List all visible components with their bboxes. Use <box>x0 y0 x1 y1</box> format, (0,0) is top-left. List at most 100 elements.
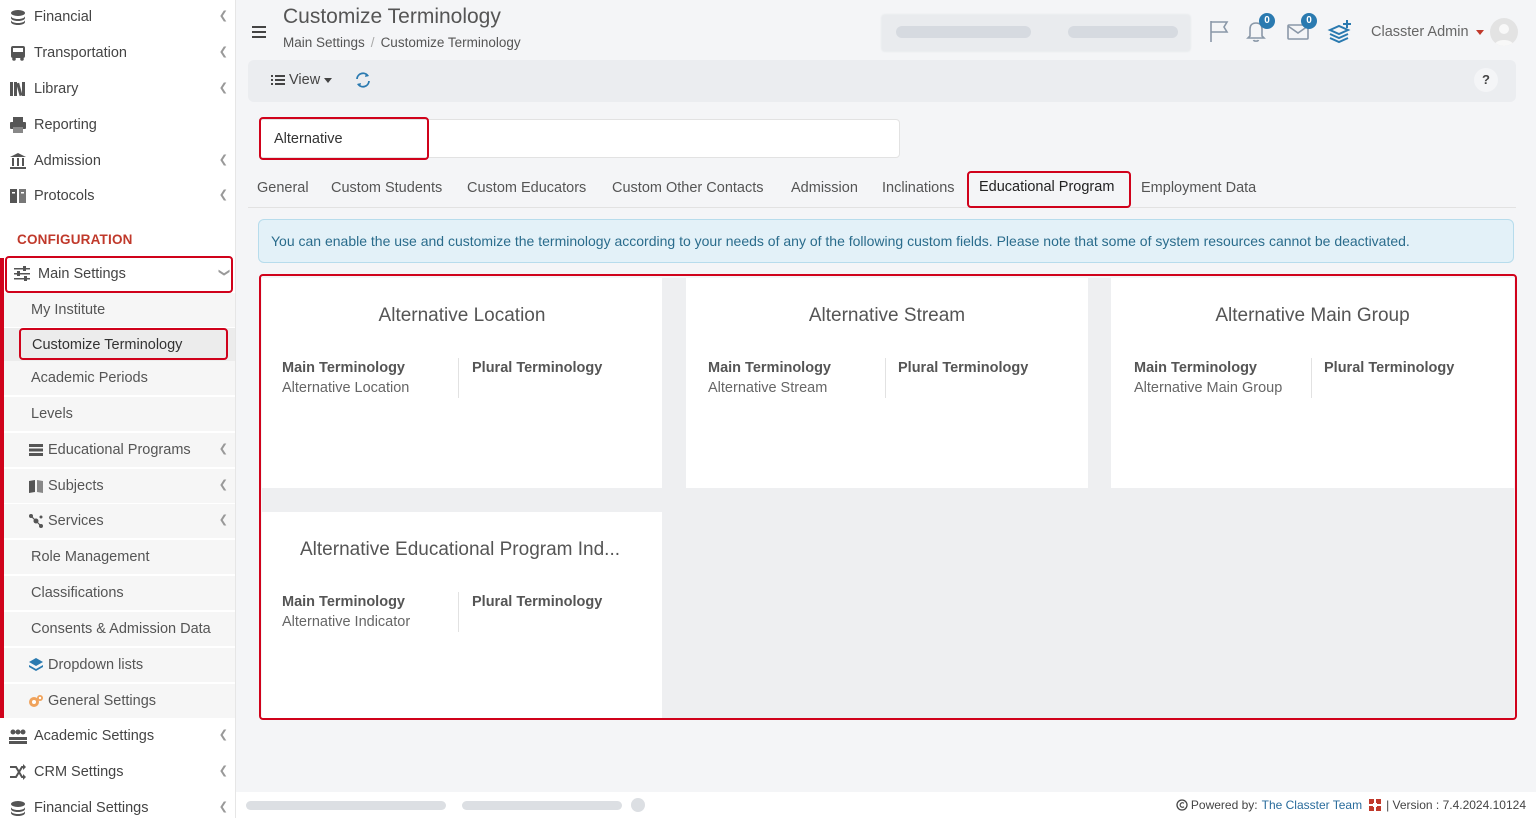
layers-icon <box>29 658 43 671</box>
highlight-cards <box>259 274 1517 720</box>
tab-custom-students[interactable]: Custom Students <box>331 180 442 196</box>
sidebar-item-subjects[interactable]: Subjects ❮ <box>4 469 235 503</box>
sidebar-item-services[interactable]: Services ❮ <box>4 504 235 538</box>
archive-icon <box>10 189 26 203</box>
chevron-left-icon: ❮ <box>218 765 228 777</box>
sidebar-item-label: Academic Periods <box>31 370 148 386</box>
network-icon <box>29 514 43 528</box>
highlight-customize-terminology <box>19 328 228 360</box>
sidebar-item-academic-periods[interactable]: Academic Periods <box>4 361 235 395</box>
sidebar-item-crm-settings[interactable]: CRM Settings ❮ <box>0 755 235 789</box>
sidebar-item-label: Role Management <box>31 549 150 565</box>
notifications-button[interactable]: 0 <box>1242 13 1275 45</box>
hamburger-menu-icon[interactable] <box>252 26 266 38</box>
chevron-left-icon: ❮ <box>218 729 228 741</box>
messages-button[interactable]: 0 <box>1284 13 1317 45</box>
book-icon <box>29 480 43 493</box>
breadcrumb-item[interactable]: Main Settings <box>283 35 365 50</box>
sidebar-item-protocols[interactable]: Protocols ❮ <box>0 179 235 213</box>
printer-icon <box>10 117 26 133</box>
footer: Powered by: The Classter Team | Version … <box>236 792 1536 818</box>
sidebar-item-label: Protocols <box>34 188 95 204</box>
sidebar-item-classifications[interactable]: Classifications <box>4 576 235 610</box>
sidebar-item-label: Reporting <box>34 117 97 133</box>
user-silhouette-icon <box>1494 24 1514 46</box>
breadcrumb-separator: / <box>370 35 375 50</box>
blurred-footer-icon <box>631 798 645 812</box>
list-icon <box>29 444 43 456</box>
chevron-left-icon: ❮ <box>218 46 228 58</box>
sidebar-item-label: Subjects <box>48 478 104 494</box>
notifications-badge: 0 <box>1259 13 1275 29</box>
messages-badge: 0 <box>1301 13 1317 29</box>
sidebar-item-general-settings[interactable]: General Settings <box>4 684 235 718</box>
sidebar-item-levels[interactable]: Levels <box>4 397 235 431</box>
sidebar-item-label: Transportation <box>34 45 127 61</box>
layers-plus-icon[interactable] <box>1326 17 1354 45</box>
chevron-left-icon: ❮ <box>218 443 228 455</box>
caret-down-icon <box>1476 30 1484 35</box>
sidebar-item-role-management[interactable]: Role Management <box>4 540 235 574</box>
sidebar-item-label: Levels <box>31 406 73 422</box>
footer-credits: Powered by: The Classter Team | Version … <box>1176 798 1526 812</box>
tab-general[interactable]: General <box>257 180 309 196</box>
sidebar-item-educational-programs[interactable]: Educational Programs ❮ <box>4 433 235 467</box>
tab-bar: General Custom Students Custom Educators… <box>248 172 1516 208</box>
building-icon <box>10 153 26 169</box>
cogs-icon <box>29 695 43 707</box>
highlight-main-settings <box>5 256 233 293</box>
sidebar-item-transportation[interactable]: Transportation ❮ <box>0 36 235 70</box>
sidebar-item-label: Educational Programs <box>48 442 191 458</box>
sidebar-item-label: Admission <box>34 153 101 169</box>
breadcrumb: Main Settings / Customize Terminology <box>283 35 521 50</box>
help-button[interactable]: ? <box>1474 68 1498 92</box>
sidebar-item-academic-settings[interactable]: Academic Settings ❮ <box>0 719 235 753</box>
sidebar-item-admission[interactable]: Admission ❮ <box>0 144 235 178</box>
breadcrumb-item-current: Customize Terminology <box>380 35 521 50</box>
refresh-icon[interactable] <box>354 71 372 89</box>
sidebar-item-financial-settings[interactable]: Financial Settings ❮ <box>0 791 235 818</box>
copyright-icon <box>1176 799 1188 811</box>
chevron-left-icon: ❮ <box>218 154 228 166</box>
sidebar-item-label: Consents & Admission Data <box>31 621 211 637</box>
sidebar-item-label: Library <box>34 81 79 97</box>
coins-icon <box>11 801 25 816</box>
tab-admission[interactable]: Admission <box>791 180 858 196</box>
blurred-institute <box>896 26 1031 38</box>
sidebar-item-consents-admission-data[interactable]: Consents & Admission Data <box>4 612 235 646</box>
flag-icon[interactable] <box>1205 17 1233 45</box>
chevron-left-icon: ❮ <box>218 82 228 94</box>
classter-team-link[interactable]: The Classter Team <box>1262 798 1362 812</box>
sidebar-item-dropdown-lists[interactable]: Dropdown lists <box>4 648 235 682</box>
sidebar-item-label: Financial Settings <box>34 800 149 816</box>
shuffle-icon <box>10 764 26 780</box>
coins-icon <box>11 10 25 25</box>
top-header: Customize Terminology Main Settings / Cust… <box>236 0 1536 60</box>
version-label: | Version : 7.4.2024.10124 <box>1386 798 1526 812</box>
sidebar-item-label: General Settings <box>48 693 157 709</box>
users-icon <box>9 729 27 744</box>
tab-custom-educators[interactable]: Custom Educators <box>467 180 586 196</box>
toolbar: View ? <box>248 60 1516 102</box>
blurred-footer-info <box>246 801 446 810</box>
user-menu[interactable]: Classter Admin <box>1371 24 1469 40</box>
classter-logo-icon <box>1369 799 1382 811</box>
chevron-left-icon: ❮ <box>218 801 228 813</box>
sidebar-item-reporting[interactable]: Reporting <box>0 108 235 142</box>
sidebar: Financial ❮ Transportation ❮ Library ❮ R… <box>0 0 236 818</box>
tab-employment-data[interactable]: Employment Data <box>1141 180 1256 196</box>
avatar[interactable] <box>1490 18 1518 46</box>
sidebar-item-label: CRM Settings <box>34 764 124 780</box>
powered-by-label: Powered by: <box>1190 798 1258 812</box>
sidebar-item-my-institute[interactable]: My Institute <box>4 293 235 327</box>
caret-down-icon <box>324 77 333 83</box>
sidebar-item-library[interactable]: Library ❮ <box>0 72 235 106</box>
view-dropdown-button[interactable]: View <box>270 72 333 88</box>
bus-icon <box>11 46 25 61</box>
tab-inclinations[interactable]: Inclinations <box>882 180 955 196</box>
books-icon <box>10 82 25 97</box>
tab-custom-other-contacts[interactable]: Custom Other Contacts <box>612 180 764 196</box>
sidebar-item-financial[interactable]: Financial ❮ <box>0 0 235 34</box>
chevron-left-icon: ❮ <box>218 189 228 201</box>
sidebar-item-label: Classifications <box>31 585 124 601</box>
